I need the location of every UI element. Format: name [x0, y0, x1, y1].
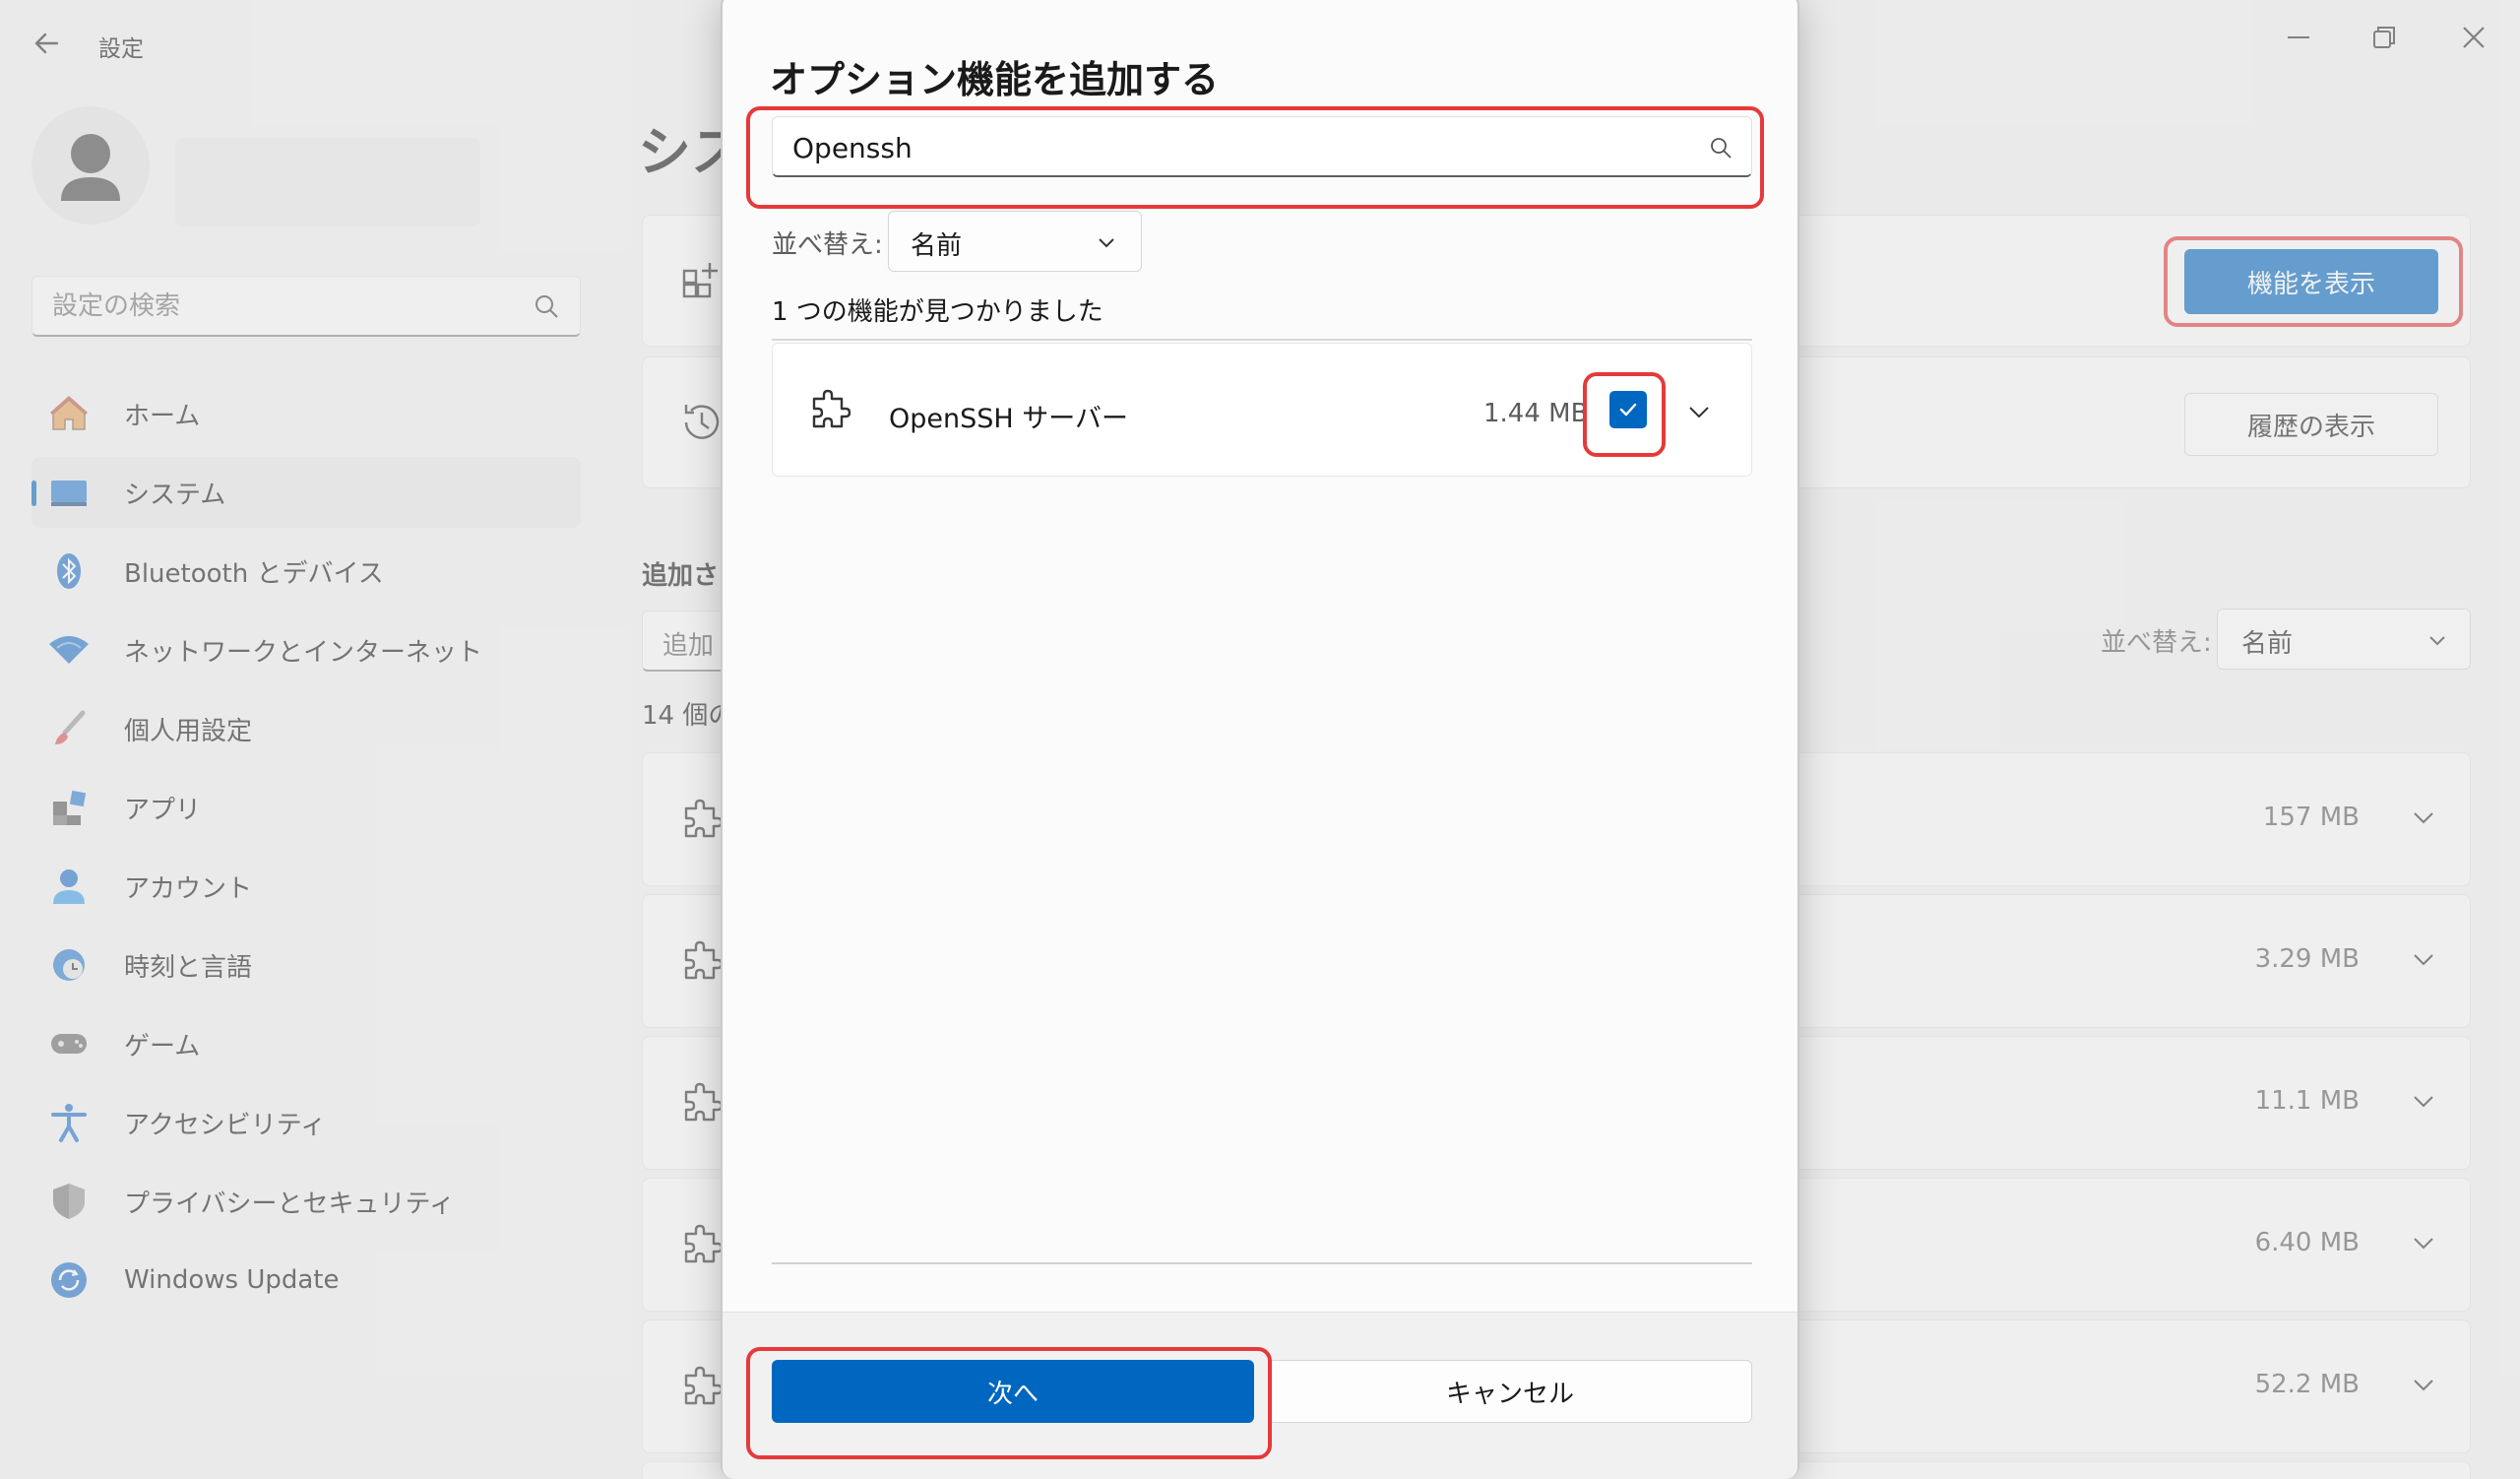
- feature-size: 1.44 MB: [1483, 399, 1589, 428]
- feature-search[interactable]: [772, 116, 1752, 177]
- puzzle-icon: [812, 389, 851, 428]
- divider: [772, 339, 1752, 341]
- divider: [772, 1262, 1752, 1264]
- feature-search-input[interactable]: [792, 129, 1678, 166]
- sort-label: 並べ替え:: [772, 230, 883, 260]
- feature-checkbox[interactable]: [1609, 391, 1647, 428]
- sort-select[interactable]: 名前: [888, 211, 1142, 272]
- sort-value: 名前: [911, 231, 963, 261]
- feature-name: OpenSSH サーバー: [889, 404, 1129, 434]
- next-button[interactable]: 次へ: [772, 1360, 1254, 1423]
- search-icon: [1711, 138, 1732, 159]
- chevron-down-icon: [1099, 238, 1114, 248]
- feature-result-row[interactable]: OpenSSH サーバー 1.44 MB: [772, 343, 1752, 477]
- cancel-button[interactable]: キャンセル: [1268, 1360, 1752, 1423]
- chevron-down-icon[interactable]: [1686, 399, 1712, 424]
- results-count: 1 つの機能が見つかりました: [772, 297, 1103, 327]
- dialog-title: オプション機能を追加する: [770, 58, 1220, 101]
- dialog-footer: 次へ キャンセル: [723, 1312, 1797, 1479]
- checkmark-icon: [1619, 403, 1637, 417]
- add-optional-feature-dialog: オプション機能を追加する 並べ替え: 名前 1 つの機能が見つかりました Ope…: [721, 0, 1799, 1479]
